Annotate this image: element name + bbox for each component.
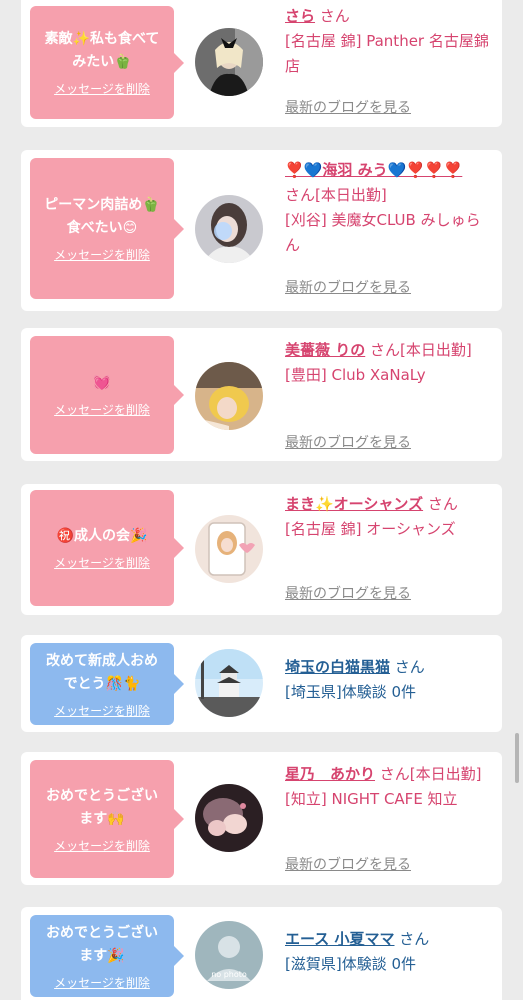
delete-message-link[interactable]: メッセージを削除	[54, 554, 150, 571]
avatar[interactable]: no photo	[195, 921, 263, 989]
cast-info: 美薔薇 りの さん[本日出勤] [豊田] Club XaNaLy	[285, 338, 495, 388]
review-count: [埼玉県]体験談 0件	[285, 683, 417, 701]
delete-message-link[interactable]: メッセージを削除	[54, 837, 150, 854]
message-text: 💓	[93, 375, 111, 391]
avatar-photo-icon	[195, 195, 263, 263]
message-card: 改めて新成人おめ でとう🎊🐈 メッセージを削除 埼玉の白猫黒猫 さん [埼玉県]…	[21, 635, 502, 732]
latest-blog-link[interactable]: 最新のブログを見る	[285, 277, 411, 297]
avatar-photo-icon	[195, 362, 263, 430]
honorific: さん[本日出勤]	[379, 765, 482, 783]
no-photo-icon: no photo	[195, 921, 263, 989]
shop-name: [豊田] Club XaNaLy	[285, 366, 426, 384]
message-card: 💓 メッセージを削除 美薔薇 りの さん[本日出勤] [豊田] Club XaN…	[21, 328, 502, 461]
scrollbar[interactable]	[515, 733, 519, 783]
cast-info: さら さん [名古屋 錦] Panther 名古屋錦店	[285, 4, 495, 79]
review-count: [滋賀県]体験談 0件	[285, 955, 417, 973]
message-card: おめでとうござい ます🙌 メッセージを削除 星乃 あかり さん[本日出勤] [知…	[21, 752, 502, 885]
cast-info: エース 小夏ママ さん [滋賀県]体験談 0件	[285, 927, 495, 977]
shop-name: [知立] NIGHT CAFE 知立	[285, 790, 458, 808]
message-text: おめでとうござい ます🙌	[46, 787, 158, 827]
honorific: さん[本日出勤]	[370, 341, 472, 359]
cast-name-link[interactable]: ❣️💙海羽 みう💙❣️❣️❣️	[285, 161, 462, 179]
honorific: さん	[427, 495, 458, 513]
avatar[interactable]	[195, 649, 263, 717]
message-card: おめでとうござい ます🎉 メッセージを削除 no photo エース 小夏ママ …	[21, 907, 502, 1000]
message-text: 素敵✨私も食べて みたい🫑	[44, 31, 160, 70]
cast-name-link[interactable]: まき✨オーシャンズ	[285, 495, 423, 513]
shop-name: [名古屋 錦] オーシャンズ	[285, 520, 456, 538]
delete-message-link[interactable]: メッセージを削除	[54, 246, 150, 263]
avatar-photo-icon	[195, 28, 263, 96]
avatar[interactable]	[195, 784, 263, 852]
avatar-photo-icon	[195, 784, 263, 852]
cast-info: ❣️💙海羽 みう💙❣️❣️❣️ さん[本日出勤] [刈谷] 美魔女CLUB みし…	[285, 158, 495, 258]
honorific: さん	[399, 930, 430, 948]
message-card: ㊗️成人の会🎉 メッセージを削除 まき✨オーシャンズ さん [名古屋 錦] オー…	[21, 484, 502, 615]
cast-name-link[interactable]: 星乃 あかり	[285, 765, 375, 783]
message-bubble: おめでとうござい ます🎉 メッセージを削除	[30, 915, 184, 997]
message-bubble: 素敵✨私も食べて みたい🫑 メッセージを削除	[30, 6, 184, 119]
avatar[interactable]	[195, 195, 263, 263]
cast-name-link[interactable]: さら	[285, 7, 315, 25]
message-bubble: 💓 メッセージを削除	[30, 336, 184, 454]
avatar-photo-icon	[195, 649, 263, 717]
message-bubble: おめでとうござい ます🙌 メッセージを削除	[30, 760, 184, 878]
latest-blog-link[interactable]: 最新のブログを見る	[285, 854, 411, 874]
message-card: ピーマン肉詰め🫑 食べたい😊 メッセージを削除 ❣️💙海羽 みう💙❣️❣️❣️ …	[21, 150, 502, 311]
message-bubble: ㊗️成人の会🎉 メッセージを削除	[30, 490, 184, 606]
cast-name-link[interactable]: 美薔薇 りの	[285, 341, 365, 359]
honorific: さん	[319, 7, 350, 25]
cast-info: まき✨オーシャンズ さん [名古屋 錦] オーシャンズ	[285, 492, 495, 542]
message-card: 素敵✨私も食べて みたい🫑 メッセージを削除 さら さん [名古屋 錦] Pan…	[21, 0, 502, 127]
message-text: おめでとうござい ます🎉	[46, 924, 158, 964]
avatar[interactable]	[195, 28, 263, 96]
delete-message-link[interactable]: メッセージを削除	[54, 702, 150, 719]
shop-name: [名古屋 錦] Panther 名古屋錦店	[285, 32, 489, 75]
delete-message-link[interactable]: メッセージを削除	[54, 80, 150, 97]
latest-blog-link[interactable]: 最新のブログを見る	[285, 583, 411, 603]
honorific: さん	[394, 658, 425, 676]
cast-info: 埼玉の白猫黒猫 さん [埼玉県]体験談 0件	[285, 655, 495, 705]
no-photo-text: no photo	[211, 970, 247, 979]
cast-info: 星乃 あかり さん[本日出勤] [知立] NIGHT CAFE 知立	[285, 762, 495, 812]
delete-message-link[interactable]: メッセージを削除	[54, 401, 150, 418]
latest-blog-link[interactable]: 最新のブログを見る	[285, 97, 411, 117]
delete-message-link[interactable]: メッセージを削除	[54, 974, 150, 991]
message-text: ㊗️成人の会🎉	[56, 528, 148, 544]
message-text: ピーマン肉詰め🫑 食べたい😊	[44, 197, 160, 236]
avatar-photo-icon	[195, 515, 263, 583]
avatar[interactable]	[195, 515, 263, 583]
cast-name-link[interactable]: 埼玉の白猫黒猫	[285, 658, 390, 676]
cast-name-link[interactable]: エース 小夏ママ	[285, 930, 394, 948]
message-bubble: 改めて新成人おめ でとう🎊🐈 メッセージを削除	[30, 643, 184, 725]
avatar[interactable]	[195, 362, 263, 430]
message-text: 改めて新成人おめ でとう🎊🐈	[46, 652, 158, 692]
latest-blog-link[interactable]: 最新のブログを見る	[285, 432, 411, 452]
honorific: さん[本日出勤]	[285, 186, 387, 204]
shop-name: [刈谷] 美魔女CLUB みしゅらん	[285, 211, 481, 254]
message-bubble: ピーマン肉詰め🫑 食べたい😊 メッセージを削除	[30, 158, 184, 299]
